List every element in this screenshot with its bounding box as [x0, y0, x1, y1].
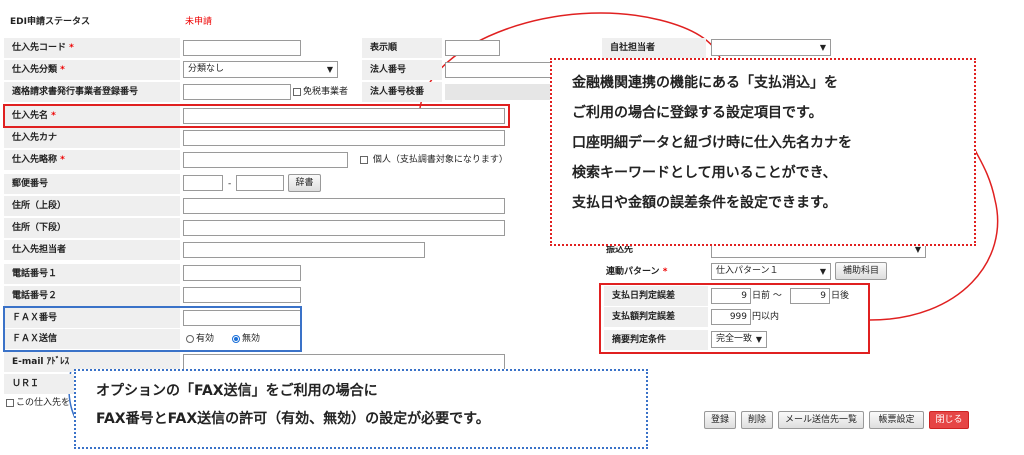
invoice-number-input[interactable]	[183, 84, 291, 100]
red-callout-line: 金融機関連携の機能にある「支払消込」を	[572, 75, 838, 91]
display-order-input[interactable]	[445, 40, 500, 56]
mail-list-button[interactable]: メール送信先一覧	[778, 411, 864, 429]
supplier-staff-label: 仕入先担当者	[4, 240, 180, 260]
checkbox-icon	[293, 87, 301, 96]
chevron-down-icon: ▼	[819, 43, 826, 52]
supplier-name-highlight	[3, 104, 510, 128]
blue-callout-line: オプションの「FAX送信」をご利用の場合に	[96, 383, 378, 399]
supplier-short-input[interactable]	[183, 152, 348, 168]
supplier-category-select[interactable]: 分類なし ▼	[183, 61, 338, 78]
bottom-checkbox[interactable]: この仕入先を	[6, 393, 70, 413]
supplier-code-label: 仕入先コード *	[4, 38, 180, 58]
display-order-label: 表示順	[362, 38, 442, 58]
own-staff-select[interactable]: ▼	[711, 39, 831, 56]
supplier-category-label: 仕入先分類 *	[4, 60, 180, 80]
red-callout-line: 支払日や金額の誤差条件を設定できます。	[572, 195, 837, 211]
postal-code-label: 郵便番号	[4, 174, 180, 194]
edi-status-label: EDI申請ステータス	[10, 17, 90, 27]
dictionary-button[interactable]: 辞書	[288, 174, 321, 192]
postal-code-2-input[interactable]	[236, 175, 284, 191]
email-input[interactable]	[183, 354, 505, 370]
checkbox-icon	[360, 155, 368, 164]
close-button[interactable]: 閉じる	[929, 411, 969, 429]
supplier-short-label: 仕入先略称 *	[4, 150, 180, 170]
corporate-number-label: 法人番号	[362, 60, 442, 80]
edi-status-value: 未申請	[185, 17, 213, 27]
corporate-branch-label: 法人番号枝番	[362, 82, 442, 102]
tax-exempt-checkbox[interactable]: 免税事業者	[293, 82, 348, 102]
supplier-code-input[interactable]	[183, 40, 301, 56]
supplier-staff-input[interactable]	[183, 242, 425, 258]
own-staff-label: 自社担当者	[602, 38, 706, 58]
corporate-number-input[interactable]	[445, 62, 555, 78]
payment-tolerance-highlight	[599, 283, 870, 354]
phone2-input[interactable]	[183, 287, 301, 303]
address1-input[interactable]	[183, 198, 505, 214]
red-callout-line: 検索キーワードとして用いることができ、	[572, 165, 837, 181]
blue-callout-line: FAX番号とFAX送信の許可（有効、無効）の設定が必要です。	[96, 411, 490, 427]
form-settings-button[interactable]: 帳票設定	[869, 411, 924, 429]
chevron-down-icon: ▼	[819, 267, 826, 276]
link-pattern-label: 連動パターン *	[606, 267, 668, 277]
aux-account-button[interactable]: 補助科目	[835, 262, 887, 280]
phone1-input[interactable]	[183, 265, 301, 281]
red-callout: 金融機関連携の機能にある「支払消込」を ご利用の場合に登録する設定項目です。 口…	[550, 58, 976, 246]
link-pattern-select[interactable]: 仕入パターン１ ▼	[711, 263, 831, 280]
blue-callout: オプションの「FAX送信」をご利用の場合に FAX番号とFAX送信の許可（有効、…	[74, 369, 648, 449]
phone1-label: 電話番号１	[4, 264, 180, 284]
postal-code-1-input[interactable]	[183, 175, 223, 191]
address2-label: 住所（下段）	[4, 218, 180, 238]
delete-button[interactable]: 削除	[741, 411, 773, 429]
supplier-kana-input[interactable]	[183, 130, 505, 146]
checkbox-icon	[6, 398, 14, 407]
postal-dash: -	[228, 179, 232, 189]
phone2-label: 電話番号２	[4, 286, 180, 306]
fax-highlight	[3, 306, 302, 352]
corporate-branch-field	[445, 84, 555, 100]
red-callout-line: 口座明細データと紐づけ時に仕入先名カナを	[572, 135, 852, 151]
individual-checkbox[interactable]: 個人（支払調書対象になります）	[360, 150, 508, 170]
address1-label: 住所（上段）	[4, 196, 180, 216]
invoice-number-label: 適格請求書発行事業者登録番号	[4, 82, 180, 102]
red-callout-line: ご利用の場合に登録する設定項目です。	[572, 105, 823, 121]
supplier-kana-label: 仕入先カナ	[4, 128, 180, 148]
chevron-down-icon: ▼	[326, 65, 333, 74]
register-button[interactable]: 登録	[704, 411, 736, 429]
address2-input[interactable]	[183, 220, 505, 236]
